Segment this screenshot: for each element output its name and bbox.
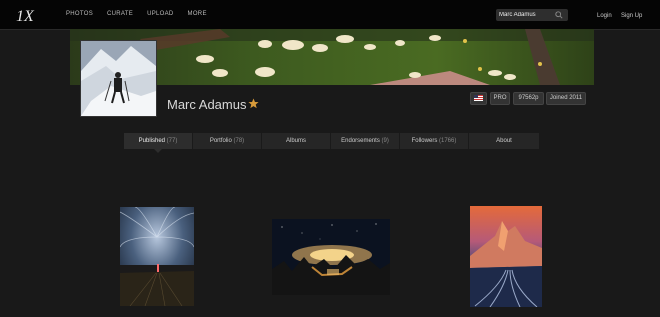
tab-albums[interactable]: Albums	[262, 133, 331, 149]
star-icon	[248, 98, 259, 109]
profile-tabs: Published (77) Portfolio (78) Albums End…	[124, 133, 539, 153]
photo-thumbnail-3[interactable]	[470, 206, 542, 307]
search-icon[interactable]	[555, 11, 563, 19]
us-flag-icon	[474, 95, 483, 101]
pro-badge: PRO	[490, 92, 510, 105]
profile-avatar[interactable]	[80, 40, 157, 117]
tab-count: (78)	[233, 138, 245, 144]
nav-upload[interactable]: UPLOAD	[147, 9, 173, 19]
tab-about[interactable]: About	[469, 133, 539, 149]
points-badge: 97562p	[513, 92, 544, 105]
tab-endorsements[interactable]: Endorsements (9)	[331, 133, 400, 149]
photo-thumbnail-2[interactable]	[272, 219, 390, 295]
1x-logo[interactable]: 1X	[15, 6, 37, 24]
search-input[interactable]	[499, 9, 553, 21]
top-navigation-bar: 1X PHOTOS CURATE UPLOAD MORE Login Sign …	[0, 0, 660, 30]
tab-portfolio[interactable]: Portfolio (78)	[193, 133, 262, 149]
tab-label: Endorsements	[341, 138, 380, 144]
joined-badge: Joined 2011	[546, 92, 586, 105]
tab-label: Followers	[411, 138, 438, 144]
nav-curate[interactable]: CURATE	[107, 9, 133, 19]
nav-more[interactable]: MORE	[188, 9, 207, 19]
nav-photos[interactable]: PHOTOS	[66, 9, 93, 19]
us-flag-badge	[470, 92, 487, 105]
tab-label: Albums	[285, 138, 306, 144]
login-link[interactable]: Login	[597, 13, 612, 19]
tab-count: (1766)	[439, 138, 457, 144]
tab-count: (9)	[381, 138, 389, 144]
signup-link[interactable]: Sign Up	[621, 13, 642, 19]
photo-thumbnail-1[interactable]	[120, 207, 194, 306]
logo-text: 1X	[16, 8, 35, 24]
tab-published[interactable]: Published (77)	[124, 133, 193, 153]
main-nav: PHOTOS CURATE UPLOAD MORE	[66, 9, 221, 19]
tab-label: Portfolio	[209, 138, 232, 144]
profile-name: Marc Adamus	[167, 97, 247, 112]
tab-label: About	[496, 138, 512, 144]
tab-followers[interactable]: Followers (1766)	[400, 133, 469, 149]
search-box	[496, 9, 568, 21]
tab-count: (77)	[166, 138, 178, 144]
tab-label: Published	[138, 138, 165, 144]
